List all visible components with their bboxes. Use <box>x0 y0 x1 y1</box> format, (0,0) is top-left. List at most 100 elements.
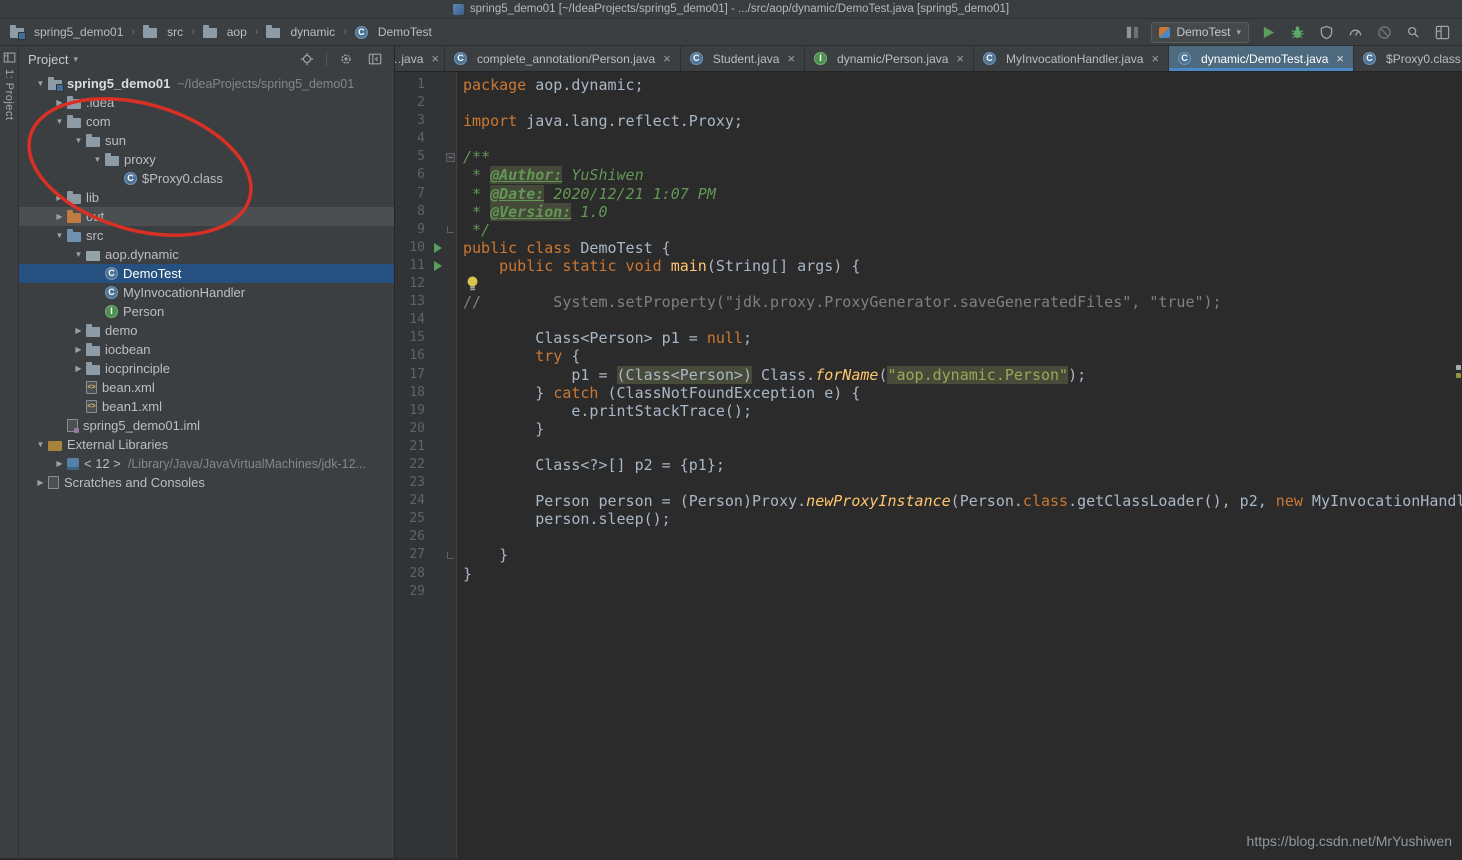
run-line-icon[interactable] <box>434 243 442 253</box>
chevron-collapsed-icon[interactable]: ▶ <box>71 364 86 373</box>
close-icon[interactable]: × <box>663 51 671 66</box>
line-number[interactable]: 23 <box>395 474 430 492</box>
debug-button[interactable] <box>1287 22 1307 42</box>
run-button[interactable] <box>1258 22 1278 42</box>
line-number[interactable]: 21 <box>395 438 430 456</box>
close-icon[interactable]: × <box>1336 51 1344 66</box>
search-everywhere-button[interactable] <box>1403 22 1423 42</box>
layout-button[interactable] <box>1432 22 1452 42</box>
line-number[interactable]: 2 <box>395 94 430 112</box>
line-number[interactable]: 1 <box>395 76 430 94</box>
editor-tab-student-java[interactable]: CStudent.java× <box>681 46 805 71</box>
line-number[interactable]: 10 <box>395 239 430 257</box>
hide-panel-button[interactable] <box>365 49 385 69</box>
editor-tab-dynamic-demotest-java[interactable]: Cdynamic/DemoTest.java× <box>1169 46 1354 71</box>
line-number[interactable]: 28 <box>395 565 430 583</box>
line-number[interactable]: 29 <box>395 583 430 601</box>
close-icon[interactable]: × <box>431 51 439 66</box>
line-number[interactable]: 11 <box>395 257 430 275</box>
project-tree-item-proxy[interactable]: ▼proxy <box>19 150 394 169</box>
coverage-button[interactable] <box>1316 22 1336 42</box>
run-line-icon[interactable] <box>434 261 442 271</box>
chevron-expanded-icon[interactable]: ▼ <box>33 79 48 88</box>
chevron-expanded-icon[interactable]: ▼ <box>52 231 67 240</box>
project-tree-item-com[interactable]: ▼com <box>19 112 394 131</box>
close-icon[interactable]: × <box>787 51 795 66</box>
project-tree-item-spring5-demo01[interactable]: ▼spring5_demo01~/IdeaProjects/spring5_de… <box>19 74 394 93</box>
chevron-collapsed-icon[interactable]: ▶ <box>33 478 48 487</box>
breadcrumb-item-spring5-demo01[interactable]: spring5_demo01 <box>8 24 125 40</box>
project-tree-item-demo[interactable]: ▶demo <box>19 321 394 340</box>
project-tree-item-external-libraries[interactable]: ▼External Libraries <box>19 435 394 454</box>
line-number[interactable]: 7 <box>395 185 430 203</box>
chevron-collapsed-icon[interactable]: ▶ <box>71 326 86 335</box>
line-number[interactable]: 12 <box>395 275 430 293</box>
project-tree-item-scratches-and-consoles[interactable]: ▶Scratches and Consoles <box>19 473 394 492</box>
line-number[interactable]: 20 <box>395 420 430 438</box>
line-number[interactable]: 15 <box>395 329 430 347</box>
columns-tool-button[interactable] <box>1122 22 1142 42</box>
project-tree-item-lib[interactable]: ▶lib <box>19 188 394 207</box>
line-number[interactable]: 13 <box>395 293 430 311</box>
line-number[interactable]: 17 <box>395 366 430 384</box>
line-number[interactable]: 26 <box>395 528 430 546</box>
line-number[interactable]: 4 <box>395 130 430 148</box>
panel-settings-button[interactable] <box>336 49 356 69</box>
project-tree-item-proxy0-class[interactable]: C$Proxy0.class <box>19 169 394 188</box>
project-tree-item-demotest[interactable]: CDemoTest <box>19 264 394 283</box>
project-tree-item-bean1-xml[interactable]: <>bean1.xml <box>19 397 394 416</box>
project-tree-item-iocprinciple[interactable]: ▶iocprinciple <box>19 359 394 378</box>
close-icon[interactable]: × <box>1151 51 1159 66</box>
chevron-collapsed-icon[interactable]: ▶ <box>52 193 67 202</box>
project-tree-item-src[interactable]: ▼src <box>19 226 394 245</box>
close-icon[interactable]: × <box>956 51 964 66</box>
line-number[interactable]: 19 <box>395 402 430 420</box>
line-number[interactable]: 22 <box>395 456 430 474</box>
project-panel-title[interactable]: Project ▾ <box>28 52 78 67</box>
line-number[interactable]: 5 <box>395 148 430 166</box>
project-tree-item-bean-xml[interactable]: <>bean.xml <box>19 378 394 397</box>
editor-tab-complete-annotation-person-java[interactable]: Ccomplete_annotation/Person.java× <box>445 46 681 71</box>
line-number[interactable]: 8 <box>395 203 430 221</box>
project-tree-item-out[interactable]: ▶out <box>19 207 394 226</box>
fold-end-icon[interactable] <box>447 226 454 233</box>
editor-tab-java[interactable]: ….java× <box>395 46 445 71</box>
line-number[interactable]: 6 <box>395 166 430 184</box>
locate-file-button[interactable] <box>297 49 317 69</box>
project-tree-item-iocbean[interactable]: ▶iocbean <box>19 340 394 359</box>
chevron-expanded-icon[interactable]: ▼ <box>33 440 48 449</box>
line-number[interactable]: 14 <box>395 311 430 329</box>
line-number[interactable]: 27 <box>395 546 430 564</box>
intention-bulb-icon[interactable] <box>465 275 480 291</box>
chevron-expanded-icon[interactable]: ▼ <box>71 250 86 259</box>
editor-tab-proxy0-class[interactable]: C$Proxy0.class× <box>1354 46 1462 71</box>
fold-collapse-icon[interactable]: − <box>446 153 455 162</box>
project-stripe-button[interactable]: 1: Project <box>0 51 18 120</box>
line-number[interactable]: 16 <box>395 347 430 365</box>
line-number[interactable]: 18 <box>395 384 430 402</box>
project-tree-item-sun[interactable]: ▼sun <box>19 131 394 150</box>
editor-tab-dynamic-person-java[interactable]: Idynamic/Person.java× <box>805 46 974 71</box>
fold-end-icon[interactable] <box>447 552 454 559</box>
project-tree-item-idea[interactable]: ▶.idea <box>19 93 394 112</box>
editor-area[interactable]: 12345−6789101112131415161718192021222324… <box>395 72 1462 858</box>
chevron-collapsed-icon[interactable]: ▶ <box>52 212 67 221</box>
run-configuration-select[interactable]: DemoTest ▾ <box>1151 22 1249 43</box>
project-tree-item-myinvocationhandler[interactable]: CMyInvocationHandler <box>19 283 394 302</box>
breadcrumb-item-src[interactable]: src <box>141 24 185 40</box>
chevron-collapsed-icon[interactable]: ▶ <box>71 345 86 354</box>
chevron-expanded-icon[interactable]: ▼ <box>52 117 67 126</box>
editor-tab-myinvocationhandler-java[interactable]: CMyInvocationHandler.java× <box>974 46 1169 71</box>
project-tree-item-aop-dynamic[interactable]: ▼aop.dynamic <box>19 245 394 264</box>
profiler-button[interactable] <box>1345 22 1365 42</box>
breadcrumb-item-dynamic[interactable]: dynamic <box>264 24 337 40</box>
breadcrumb-item-aop[interactable]: aop <box>201 24 249 40</box>
line-number[interactable]: 24 <box>395 492 430 510</box>
line-number[interactable]: 9 <box>395 221 430 239</box>
project-tree-item-person[interactable]: IPerson <box>19 302 394 321</box>
breadcrumb-item-demotest[interactable]: CDemoTest <box>353 24 434 40</box>
line-number[interactable]: 25 <box>395 510 430 528</box>
project-tree-item-12[interactable]: ▶< 12 >/Library/Java/JavaVirtualMachines… <box>19 454 394 473</box>
line-number[interactable]: 3 <box>395 112 430 130</box>
chevron-collapsed-icon[interactable]: ▶ <box>52 98 67 107</box>
